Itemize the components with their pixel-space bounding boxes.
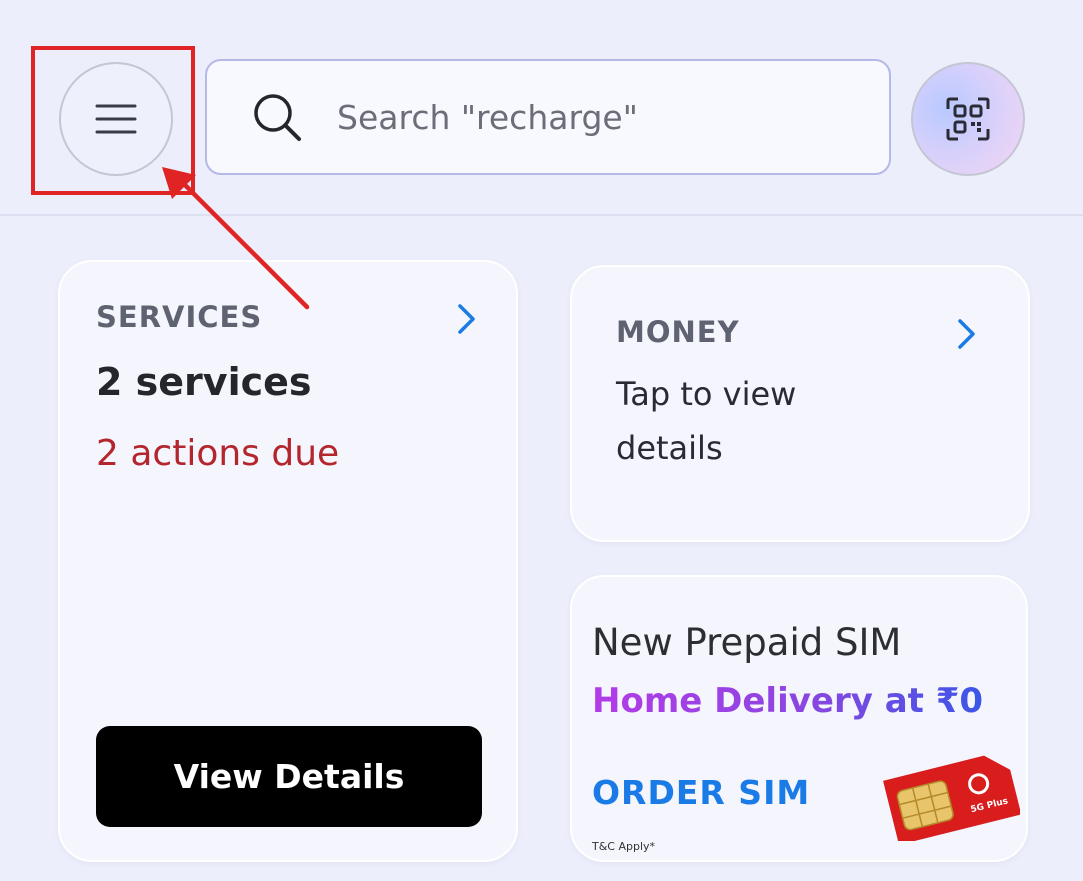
view-details-button[interactable]: View Details [96,726,482,827]
search-bar[interactable] [205,59,891,175]
actions-due-text: 2 actions due [96,433,340,474]
chevron-right-icon [458,304,475,334]
services-count: 2 services [96,360,312,404]
search-input[interactable] [337,97,857,137]
qr-scanner-icon [946,97,990,141]
services-label: SERVICES [96,300,263,334]
qr-scan-button[interactable] [911,62,1025,176]
search-icon [254,94,301,141]
sim-banner-title: New Prepaid SIM [592,621,902,664]
sim-card-icon: 5G Plus [883,755,1020,841]
menu-highlight-box [31,46,195,195]
order-sim-link[interactable]: ORDER SIM [592,773,810,812]
sim-banner-subtitle: Home Delivery at ₹0 [592,681,984,721]
money-label: MONEY [616,315,740,349]
money-description: Tap to view details [616,375,797,467]
chevron-right-icon [958,319,975,349]
terms-text: T&C Apply* [592,840,656,853]
money-card[interactable]: MONEY Tap to view details [570,265,1030,542]
sim-banner-card[interactable]: New Prepaid SIM Home Delivery at ₹0 ORDE… [570,575,1028,862]
services-card[interactable]: SERVICES 2 services 2 actions due View D… [58,260,518,862]
